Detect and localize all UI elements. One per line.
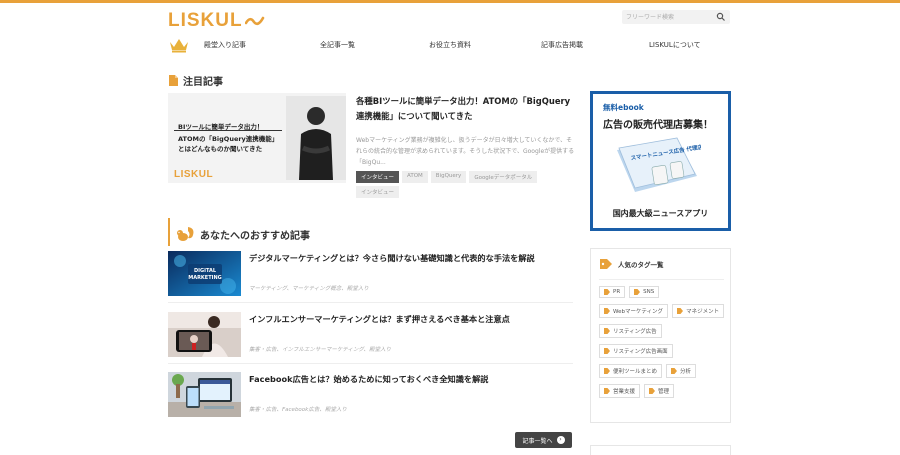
divider: [168, 302, 573, 303]
featured-tags: インタビュー ATOM BigQuery Googleデータポータル インタビュ…: [356, 171, 576, 198]
more-articles-button[interactable]: 記事一覧へ ›: [515, 432, 572, 448]
search-input[interactable]: [622, 10, 716, 24]
arrow-right-icon: ›: [556, 436, 565, 444]
tag-label: SNS: [643, 289, 655, 295]
featured-image-caption-2: ATOMの「BigQuery連携機能」: [178, 135, 279, 143]
popular-tags-title: 人気のタグ一覧: [618, 261, 664, 269]
article-thumbnail: [168, 372, 241, 417]
tag-icon: [604, 368, 610, 374]
article-thumbnail: DIGITAL MARKETING: [168, 251, 241, 296]
top-accent-line: [0, 0, 900, 3]
tag-label: リスティング広告: [613, 329, 657, 335]
site-logo[interactable]: LISKUL: [168, 10, 265, 32]
tag-analysis[interactable]: 分析: [666, 364, 697, 378]
tag-icon: [600, 259, 612, 269]
list-item[interactable]: DIGITAL MARKETING デジタルマーケティングとは？今さら聞けない基…: [168, 251, 573, 303]
featured-image-logo: LISKUL: [174, 169, 214, 180]
recommended-heading-bar: [168, 218, 170, 246]
divider: [168, 363, 573, 364]
tag-icon: [604, 348, 610, 354]
logo-swoosh-icon: [244, 16, 264, 26]
tag-label: リスティング広告画面: [613, 349, 668, 355]
ebook-illustration: スマートニュース広告 代理店加盟ブック: [617, 137, 701, 192]
nav-item-hall-of-fame[interactable]: 殿堂入り記事: [204, 40, 246, 50]
document-icon: [169, 75, 178, 86]
featured-heading: 注目記事: [168, 73, 223, 88]
tag-label: マネジメント: [686, 309, 720, 315]
tag-interview-2[interactable]: インタビュー: [356, 186, 400, 198]
tag-useful-tools[interactable]: 便利ツールまとめ: [599, 364, 663, 378]
global-nav: 殿堂入り記事 全記事一覧 お役立ち資料 記事広告掲載 LISKULについて: [168, 37, 731, 55]
tag-interview[interactable]: インタビュー: [356, 171, 400, 183]
tag-sns[interactable]: SNS: [629, 286, 660, 298]
tag-icon: [634, 289, 641, 295]
recommended-section-title: あなたへのおすすめ記事: [200, 230, 310, 242]
search-icon[interactable]: [716, 12, 726, 22]
article-categories: マーケティング、マーケティング概念、殿堂入り: [249, 286, 369, 292]
nav-item-ad-posting[interactable]: 記事広告掲載: [541, 40, 583, 50]
tag-listing-ads[interactable]: リスティング広告: [599, 324, 662, 338]
tag-listing-ads-screen[interactable]: リスティング広告画面: [599, 344, 673, 358]
divider: [599, 279, 724, 280]
tag-admin[interactable]: 管理: [644, 384, 675, 398]
featured-article-excerpt: Webマーケティング業務が複雑化し、扱うデータが日々増大していくなかで、それらの…: [356, 137, 575, 166]
featured-image-caption-3: とはどんなものか聞いてきた: [178, 145, 263, 153]
article-title[interactable]: デジタルマーケティングとは？今さら聞けない基礎知識と代表的な手法を解説: [249, 252, 535, 264]
tag-icon: [604, 328, 610, 334]
popular-tags-heading: 人気のタグ一覧: [599, 258, 664, 270]
article-thumbnail: [168, 312, 241, 357]
more-articles-label: 記事一覧へ: [522, 437, 553, 445]
svg-text:DIGITAL: DIGITAL: [194, 268, 217, 274]
article-title[interactable]: インフルエンサーマーケティングとは？まず押さえるべき基本と注意点: [249, 313, 510, 325]
tag-label: 便利ツールまとめ: [613, 369, 658, 375]
list-item[interactable]: インフルエンサーマーケティングとは？まず押さえるべき基本と注意点 集客・広告、イ…: [168, 312, 573, 364]
tag-pr[interactable]: PR: [599, 286, 626, 298]
nav-item-all-articles[interactable]: 全記事一覧: [320, 40, 355, 50]
featured-article-title[interactable]: 各種BIツールに簡単データ出力！ATOMの「BigQuery連携機能」について聞…: [356, 94, 576, 124]
featured-section-title: 注目記事: [183, 77, 223, 88]
tag-icon: [604, 308, 610, 314]
svg-text:MARKETING: MARKETING: [188, 275, 222, 281]
tag-atom[interactable]: ATOM: [402, 171, 428, 183]
ad-headline: 広告の販売代理店募集！: [603, 120, 713, 131]
popular-tags-list: PR SNS Webマーケティング マネジメント リスティング広告 リスティング…: [599, 286, 725, 398]
tag-sales-support[interactable]: 営業支援: [599, 384, 641, 398]
tag-google-data-portal[interactable]: Googleデータポータル: [469, 171, 538, 183]
featured-article-image[interactable]: BIツールに簡単データ出力！ ATOMの「BigQuery連携機能」 とはどんな…: [168, 93, 346, 183]
next-panel-edge: [590, 445, 731, 455]
tag-icon: [649, 388, 656, 394]
crown-icon: [170, 39, 188, 53]
tag-icon: [671, 368, 678, 374]
interviewee-photo: [286, 96, 346, 180]
tag-label: 管理: [658, 389, 670, 395]
article-categories: 集客・広告、インフルエンサーマーケティング、殿堂入り: [249, 347, 392, 353]
nav-item-resources[interactable]: お役立ち資料: [429, 40, 471, 50]
tag-label: Webマーケティング: [613, 309, 664, 315]
featured-image-divider: [174, 130, 282, 131]
tag-icon: [604, 388, 610, 394]
article-categories: 集客・広告、Facebook広告、殿堂入り: [249, 407, 347, 413]
list-item[interactable]: Facebook広告とは？始めるために知っておくべき全知識を解説 集客・広告、F…: [168, 372, 573, 420]
tag-icon: [604, 289, 610, 295]
squirrel-icon: [177, 227, 194, 241]
article-title[interactable]: Facebook広告とは？始めるために知っておくべき全知識を解説: [249, 373, 488, 385]
ad-label-free-ebook: 無料ebook: [603, 103, 644, 112]
tag-bigquery[interactable]: BigQuery: [430, 171, 467, 183]
search-box: [622, 10, 730, 24]
tag-label: PR: [613, 289, 621, 295]
ad-footer-text: 国内最大級ニュースアプリ: [612, 209, 709, 218]
tag-icon: [677, 308, 684, 314]
nav-item-about[interactable]: LISKULについて: [649, 40, 701, 50]
recommended-heading: あなたへのおすすめ記事: [175, 226, 310, 242]
logo-text: LISKUL: [168, 10, 243, 31]
ebook-ad-banner[interactable]: 無料ebook 広告の販売代理店募集！ スマートニュース広告 代理店加盟ブック …: [590, 91, 731, 231]
tag-web-marketing[interactable]: Webマーケティング: [599, 304, 669, 318]
tag-management[interactable]: マネジメント: [672, 304, 725, 318]
popular-tags-panel: 人気のタグ一覧 PR SNS Webマーケティング マネジメント リスティング広…: [590, 248, 731, 423]
tag-label: 分析: [680, 369, 692, 375]
tag-label: 営業支援: [613, 389, 636, 395]
